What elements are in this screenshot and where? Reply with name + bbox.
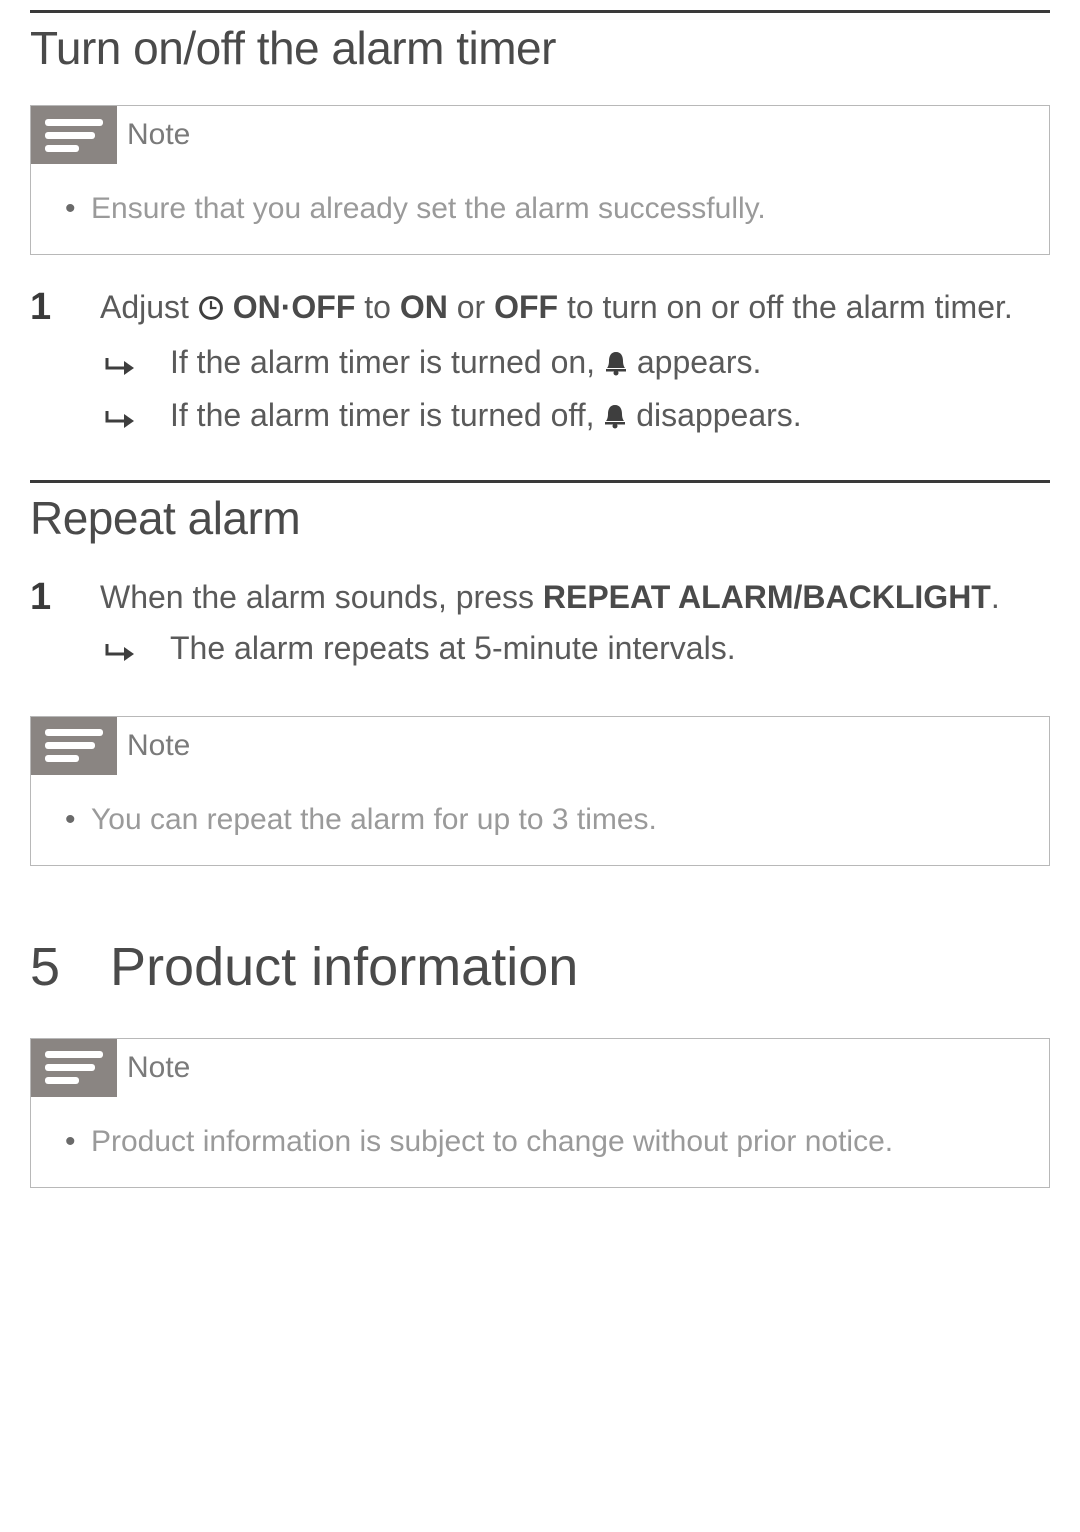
step-text-on: ON xyxy=(400,289,448,325)
substep-text-post: disappears. xyxy=(627,397,801,433)
step-text-onoff: ON·OFF xyxy=(224,289,356,325)
substeps: If the alarm timer is turned on, appears… xyxy=(100,339,1050,442)
rule-top-1 xyxy=(30,10,1050,13)
note-label: Note xyxy=(127,1051,190,1085)
result-arrow-icon xyxy=(104,631,138,677)
clock-icon xyxy=(198,288,224,333)
step-text-post: to turn on or off the alarm timer. xyxy=(558,289,1013,325)
step-text-pre: Adjust xyxy=(100,289,198,325)
note-box-1: Note Ensure that you already set the ala… xyxy=(30,105,1050,255)
step-1: Adjust ON·OFF to ON or OFF to turn on or… xyxy=(30,285,1050,442)
substep-1: If the alarm timer is turned on, appears… xyxy=(100,339,1050,388)
section-heading-alarm-onoff: Turn on/off the alarm timer xyxy=(30,21,1050,75)
note-item: Ensure that you already set the alarm su… xyxy=(65,192,1029,226)
chapter-number: 5 xyxy=(30,936,60,998)
note-body: Product information is subject to change… xyxy=(31,1097,1049,1187)
note-body: Ensure that you already set the alarm su… xyxy=(31,164,1049,254)
note-box-2: Note You can repeat the alarm for up to … xyxy=(30,716,1050,866)
step-text-mid2: or xyxy=(448,289,494,325)
note-box-3: Note Product information is subject to c… xyxy=(30,1038,1050,1188)
note-lines-icon xyxy=(31,717,117,775)
step-text-mid1: to xyxy=(355,289,399,325)
bell-icon xyxy=(604,342,628,388)
step-text-bold: REPEAT ALARM/BACKLIGHT xyxy=(543,579,991,615)
chapter-title: Product information xyxy=(110,936,578,998)
note-item: You can repeat the alarm for up to 3 tim… xyxy=(65,803,1029,837)
step-text-off: OFF xyxy=(494,289,558,325)
note-tab: Note xyxy=(31,717,1049,775)
note-body: You can repeat the alarm for up to 3 tim… xyxy=(31,775,1049,865)
steps-repeat: When the alarm sounds, press REPEAT ALAR… xyxy=(30,575,1050,672)
step-1: When the alarm sounds, press REPEAT ALAR… xyxy=(30,575,1050,672)
substep-text-post: appears. xyxy=(628,344,761,380)
result-arrow-icon xyxy=(104,345,138,391)
note-lines-icon xyxy=(31,1039,117,1097)
note-tab: Note xyxy=(31,1039,1049,1097)
chapter-heading-product-info: 5 Product information xyxy=(30,936,1050,998)
note-label: Note xyxy=(127,729,190,763)
step-text-post: . xyxy=(991,579,1000,615)
note-lines-icon xyxy=(31,106,117,164)
result-arrow-icon xyxy=(104,398,138,444)
note-label: Note xyxy=(127,118,190,152)
substep-text: The alarm repeats at 5-minute intervals. xyxy=(170,630,736,666)
rule-top-2 xyxy=(30,480,1050,483)
section-heading-repeat: Repeat alarm xyxy=(30,491,1050,545)
step-text-pre: When the alarm sounds, press xyxy=(100,579,543,615)
note-tab: Note xyxy=(31,106,1049,164)
bell-icon xyxy=(603,395,627,441)
steps-alarm-onoff: Adjust ON·OFF to ON or OFF to turn on or… xyxy=(30,285,1050,442)
substep-2: If the alarm timer is turned off, disapp… xyxy=(100,392,1050,441)
substep-text-pre: If the alarm timer is turned on, xyxy=(170,344,604,380)
note-item: Product information is subject to change… xyxy=(65,1125,1029,1159)
substep-text-pre: If the alarm timer is turned off, xyxy=(170,397,603,433)
substep-1: The alarm repeats at 5-minute intervals. xyxy=(100,625,1050,671)
substeps: The alarm repeats at 5-minute intervals. xyxy=(100,625,1050,671)
